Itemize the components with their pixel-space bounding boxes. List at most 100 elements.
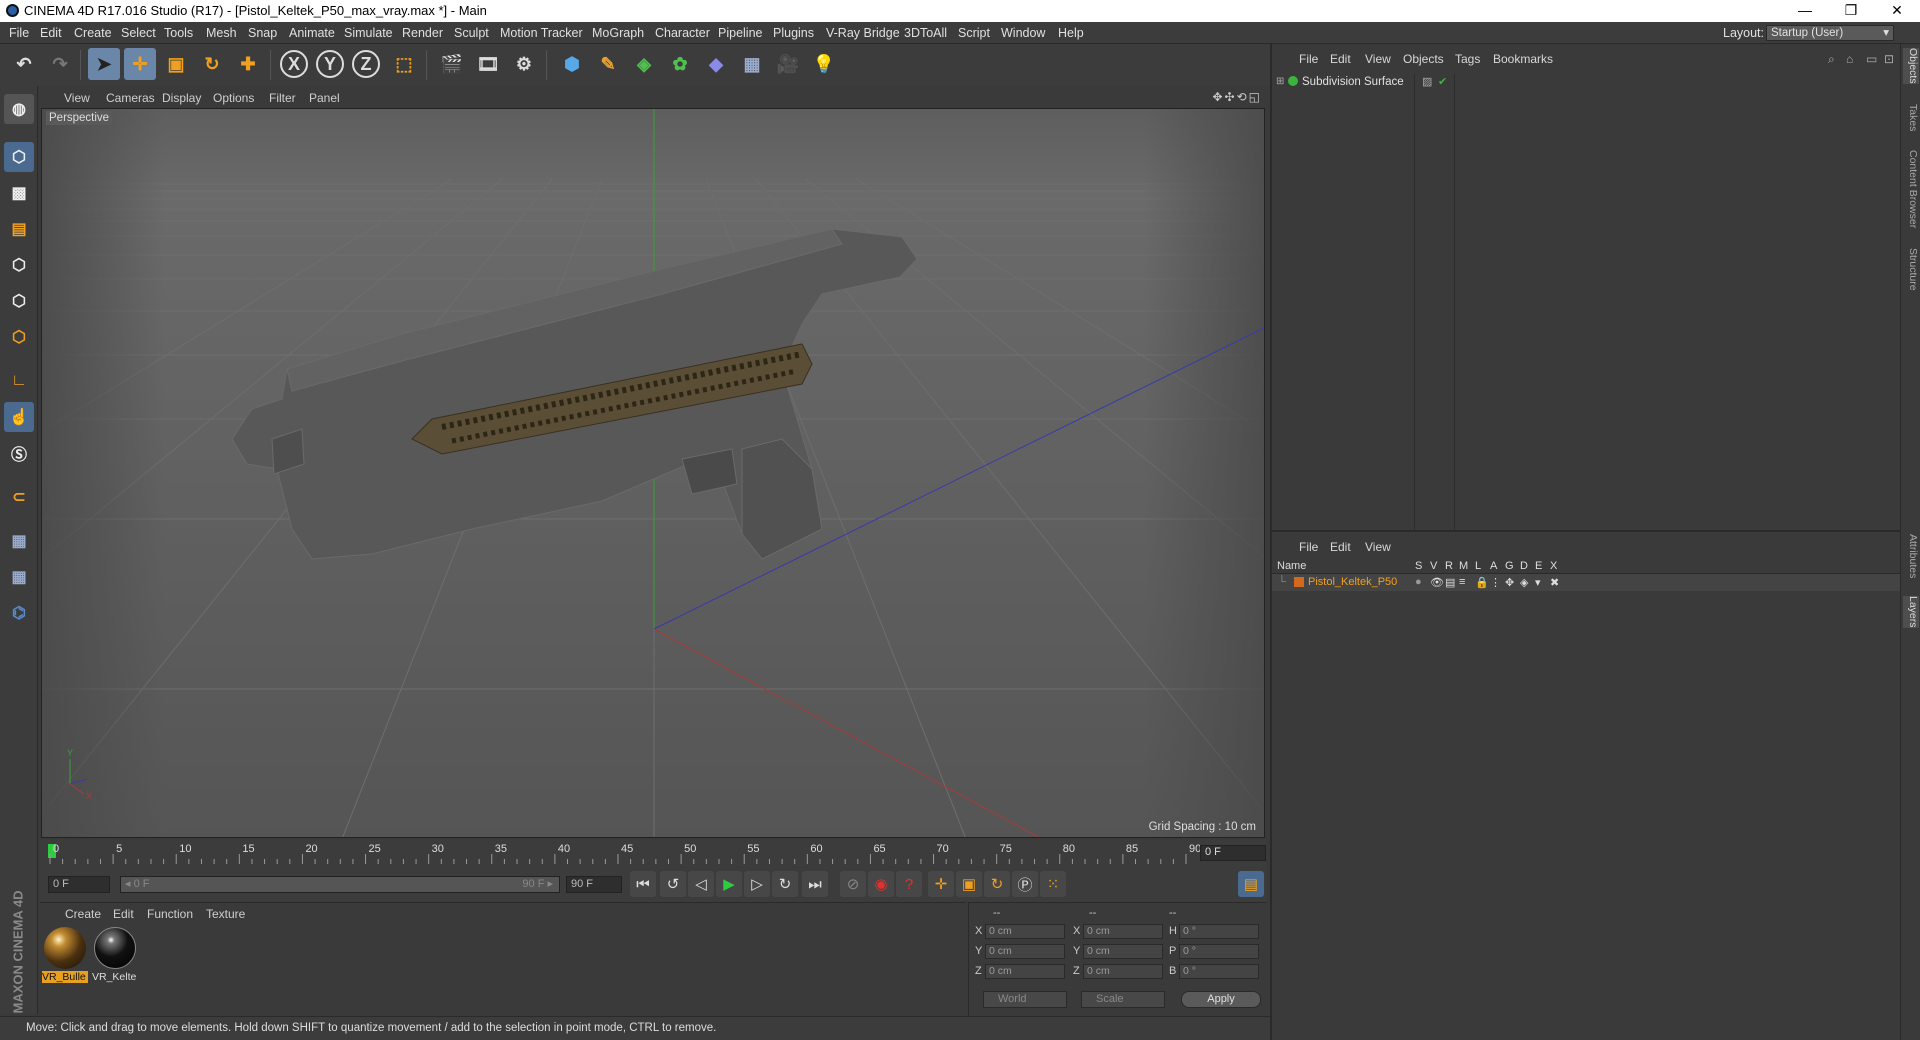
layers-menu-file[interactable]: File <box>1299 540 1318 554</box>
record-active-icon[interactable]: ◉ <box>868 871 894 897</box>
material-menu-edit[interactable]: Edit <box>113 907 134 921</box>
timeline-ruler[interactable]: 0 5 10 15 20 25 30 35 40 45 50 55 60 65 70 75 80 85 90 <box>40 840 1266 868</box>
material-menu-create[interactable]: Create <box>65 907 101 921</box>
planar-workplane-icon[interactable]: ▦ <box>4 562 34 592</box>
layers-menu-view[interactable]: View <box>1365 540 1391 554</box>
material-menu-function[interactable]: Function <box>147 907 193 921</box>
menu-tools[interactable]: Tools <box>164 26 193 40</box>
points-mode-icon[interactable]: ⬡ <box>4 250 34 280</box>
close-button[interactable]: ✕ <box>1874 0 1920 22</box>
key-pla-icon[interactable]: ⁙ <box>1040 871 1066 897</box>
viewport-menu-options[interactable]: Options <box>213 91 254 105</box>
layers-menu-edit[interactable]: Edit <box>1330 540 1351 554</box>
next-key-icon[interactable]: ↻ <box>772 871 798 897</box>
x-axis-icon[interactable]: X <box>280 50 308 78</box>
camera-icon[interactable]: 🎥 <box>772 48 804 80</box>
coord-pos-z-field[interactable]: 0 cm <box>985 964 1065 979</box>
current-frame-field[interactable]: 0 F <box>1200 845 1266 861</box>
cube-icon[interactable]: ⬢ <box>556 48 588 80</box>
render-picture-icon[interactable]: 🎞 <box>472 48 504 80</box>
move-icon[interactable]: ✛ <box>124 48 156 80</box>
layer-render-icon[interactable]: ▤ <box>1445 576 1455 589</box>
objects-menu-edit[interactable]: Edit <box>1330 52 1351 66</box>
rotate-icon[interactable]: ↻ <box>196 48 228 80</box>
menu-sculpt[interactable]: Sculpt <box>454 26 489 40</box>
magnet-icon[interactable]: ⊂ <box>4 482 34 512</box>
floor-icon[interactable]: ▦ <box>736 48 768 80</box>
menu-mograph[interactable]: MoGraph <box>592 26 644 40</box>
coordinate-system-icon[interactable]: ⬚ <box>388 48 420 80</box>
go-to-end-icon[interactable]: ⏭ <box>802 871 828 897</box>
maximize-button[interactable]: ❐ <box>1828 0 1874 22</box>
visibility-toggle-icon[interactable]: ▨ <box>1422 75 1432 88</box>
start-frame-field[interactable]: 0 F <box>48 876 110 893</box>
menu-create[interactable]: Create <box>74 26 112 40</box>
menu-plugins[interactable]: Plugins <box>773 26 814 40</box>
layer-lock-icon[interactable]: 🔒 <box>1475 576 1489 589</box>
menu-file[interactable]: File <box>9 26 29 40</box>
coord-rot-p-field[interactable]: 0 ° <box>1179 944 1259 959</box>
deformer-icon[interactable]: ◆ <box>700 48 732 80</box>
viewport-menu-panel[interactable]: Panel <box>309 91 340 105</box>
edit-render-settings-icon[interactable]: ⚙ <box>508 48 540 80</box>
live-select-icon[interactable]: ✚ <box>232 48 264 80</box>
menu-snap[interactable]: Snap <box>248 26 277 40</box>
lock-workplane-icon[interactable]: ▦ <box>4 526 34 556</box>
layer-solo-icon[interactable]: ● <box>1415 576 1422 588</box>
layout-dropdown[interactable]: Startup (User) <box>1766 25 1894 41</box>
enabled-check-icon[interactable]: ✔ <box>1438 75 1447 88</box>
menu-window[interactable]: Window <box>1001 26 1045 40</box>
menu-mesh[interactable]: Mesh <box>206 26 237 40</box>
layer-generators-icon[interactable]: ✥ <box>1505 576 1514 589</box>
viewport-menu-view[interactable]: View <box>64 91 90 105</box>
go-to-start-icon[interactable]: ⏮ <box>630 871 656 897</box>
snapping-icon[interactable]: Ⓢ <box>4 438 34 468</box>
perspective-viewport[interactable]: Y X Perspective Grid Spacing : 10 cm <box>41 108 1265 838</box>
coord-size-x-field[interactable]: 0 cm <box>1083 924 1163 939</box>
coord-size-y-field[interactable]: 0 cm <box>1083 944 1163 959</box>
expand-icon[interactable]: ⊡ <box>1884 52 1894 66</box>
axis-mode-icon[interactable]: ∟ <box>4 366 34 396</box>
key-parameter-icon[interactable]: Ⓟ <box>1012 871 1038 897</box>
polygons-mode-icon[interactable]: ⬡ <box>4 322 34 352</box>
material-menu-texture[interactable]: Texture <box>206 907 245 921</box>
tab-content-browser[interactable]: Content Browser <box>1903 150 1919 228</box>
layer-row[interactable]: └ Pistol_Keltek_P50 ● 👁 ▤ ≡ 🔒 ⋮ ✥ ◈ ▾ ✖ <box>1272 574 1902 591</box>
coord-mode-dropdown[interactable]: Scale <box>1081 991 1165 1008</box>
menu-motion-tracker[interactable]: Motion Tracker <box>500 26 583 40</box>
tab-attributes[interactable]: Attributes <box>1903 534 1919 578</box>
tab-takes[interactable]: Takes <box>1903 104 1919 131</box>
frame-range-slider[interactable]: ◂ 0 F 90 F ▸ <box>120 876 560 893</box>
menu-animate[interactable]: Animate <box>289 26 335 40</box>
key-rotation-icon[interactable]: ↻ <box>984 871 1010 897</box>
coord-space-dropdown[interactable]: World <box>983 991 1067 1008</box>
scale-icon[interactable]: ▣ <box>160 48 192 80</box>
redo-icon[interactable]: ↷ <box>44 48 76 80</box>
viewport-menu-display[interactable]: Display <box>162 91 201 105</box>
play-icon[interactable]: ▶ <box>716 871 742 897</box>
layer-view-icon[interactable]: 👁 <box>1430 576 1444 589</box>
expand-toggle-icon[interactable]: ⊞ <box>1276 76 1284 87</box>
viewport-menu-cameras[interactable]: Cameras <box>106 91 155 105</box>
light-icon[interactable]: 💡 <box>808 48 840 80</box>
minimize-button[interactable]: — <box>1782 0 1828 22</box>
home-icon[interactable]: ⌂ <box>1846 52 1853 66</box>
python-icon[interactable]: ⌬ <box>4 598 34 628</box>
menu-pipeline[interactable]: Pipeline <box>718 26 762 40</box>
objects-menu-view[interactable]: View <box>1365 52 1391 66</box>
menu-3dtoall[interactable]: 3DToAll <box>904 26 947 40</box>
select-arrow-icon[interactable]: ➤ <box>88 48 120 80</box>
layer-color-swatch[interactable] <box>1294 577 1304 587</box>
texture-mode-icon[interactable]: ▩ <box>4 178 34 208</box>
objects-menu-objects[interactable]: Objects <box>1403 52 1444 66</box>
objects-menu-bookmarks[interactable]: Bookmarks <box>1493 52 1553 66</box>
tweak-mode-icon[interactable]: ☝ <box>4 402 34 432</box>
menu-script[interactable]: Script <box>958 26 990 40</box>
menu-simulate[interactable]: Simulate <box>344 26 393 40</box>
subdivision-icon[interactable]: ◈ <box>628 48 660 80</box>
timeline-window-icon[interactable]: ▤ <box>1238 871 1264 897</box>
new-view-icon[interactable]: ▭ <box>1866 52 1877 66</box>
record-inactive-icon[interactable]: ⊘ <box>840 871 866 897</box>
layer-manager-icon[interactable]: ≡ <box>1459 576 1465 588</box>
layer-animation-icon[interactable]: ⋮ <box>1490 576 1501 589</box>
